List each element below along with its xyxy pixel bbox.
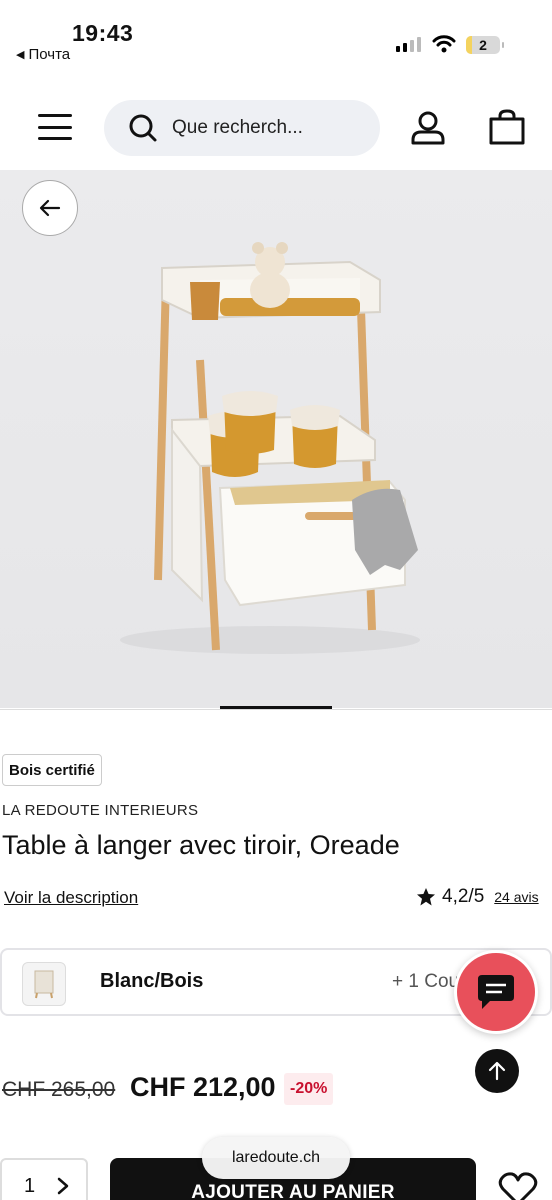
product-image-carousel[interactable] [0,170,552,708]
back-to-app[interactable]: ◀ Почта [16,46,70,63]
battery-level: 2 [479,37,487,53]
certified-wood-badge: Bois certifié [2,754,102,786]
hamburger-menu-icon[interactable] [38,114,72,140]
search-icon [129,114,157,142]
variant-thumbnail [22,962,66,1006]
battery-icon: 2 [466,36,504,54]
more-colors-label[interactable]: + 1 Cou [392,971,459,993]
shopping-bag-icon[interactable] [488,108,526,146]
arrow-up-icon [488,1061,506,1081]
clock: 19:43 [72,20,134,46]
site-header [0,80,552,170]
back-app-label: Почта [28,46,71,63]
quantity-value: 1 [24,1174,36,1197]
back-triangle-icon: ◀ [16,49,25,61]
account-icon[interactable] [410,110,446,146]
reviews-link[interactable]: 24 avis [494,889,538,905]
chevron-right-icon [57,1177,69,1195]
rating-value: 4,2/5 [442,886,485,907]
search-input[interactable] [172,117,362,139]
product-title: Table à langer avec tiroir, Oreade [2,830,400,860]
search-bar[interactable] [104,100,380,156]
star-icon [417,888,435,906]
chat-bubble-icon [478,975,514,1009]
brand-name[interactable]: LA REDOUTE INTERIEURS [2,802,198,819]
wifi-icon [432,35,456,53]
quantity-selector[interactable]: 1 [0,1158,88,1200]
scroll-to-top-button[interactable] [475,1049,519,1093]
discount-badge: -20% [284,1073,334,1105]
view-description-link[interactable]: Voir la description [4,888,138,908]
browser-url-pill[interactable]: laredoute.ch [202,1137,350,1179]
arrow-left-icon [39,199,61,217]
signal-icon [396,37,421,52]
variant-thumbnail-image [34,970,54,999]
status-bar: 19:43 ◀ Почта 2 [0,0,552,80]
variant-name: Blanc/Bois [100,970,204,992]
original-price: CHF 265,00 [2,1078,116,1101]
chat-button[interactable] [454,950,538,1034]
current-price: CHF 212,00 [130,1072,276,1102]
heart-icon[interactable] [498,1172,538,1200]
product-photo [120,242,420,654]
back-button[interactable] [22,180,78,236]
divider [0,709,552,710]
rating: 4,2/5 24 avis [416,886,539,908]
